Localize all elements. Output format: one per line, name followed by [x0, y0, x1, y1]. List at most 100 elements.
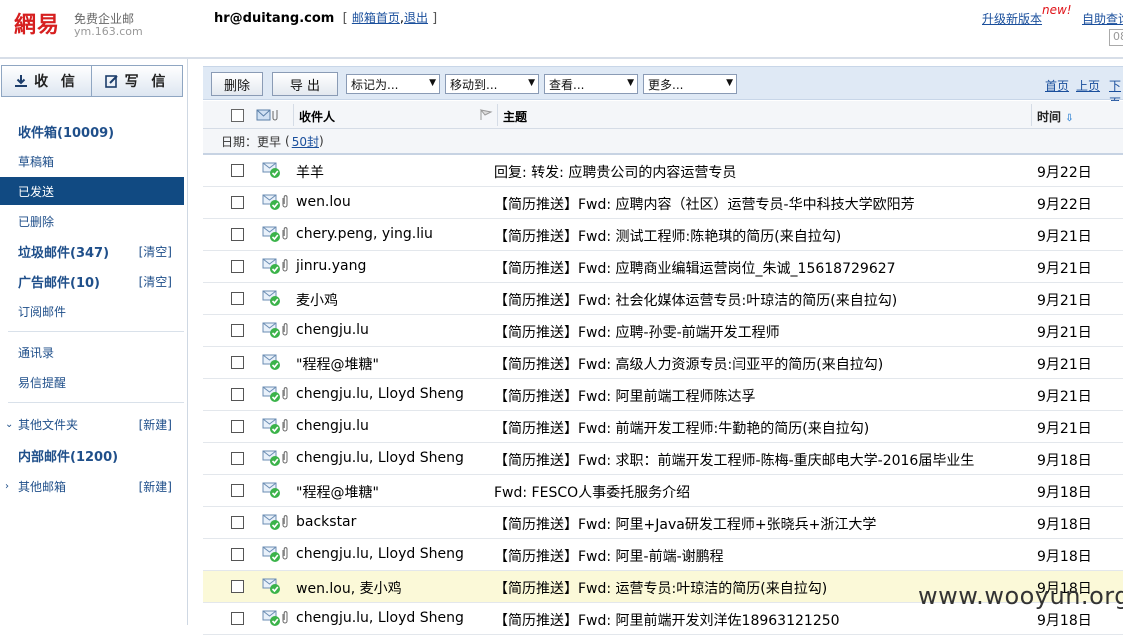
folder-drafts[interactable]: 草稿箱 [0, 147, 184, 175]
row-checkbox[interactable] [231, 612, 244, 625]
clear-ads-link[interactable]: [清空] [139, 273, 172, 290]
row-checkbox[interactable] [231, 260, 244, 273]
folder-spam[interactable]: 垃圾邮件(347) [清空] [0, 237, 184, 265]
receive-button[interactable]: 收 信 [1, 65, 92, 97]
row-subject[interactable]: 【简历推送】Fwd: 阿里前端开发刘洋佐18963121250 [494, 610, 1014, 630]
row-recipient[interactable]: "程程@堆糖" [296, 482, 379, 502]
prev-page-link[interactable]: 上页 [1076, 77, 1100, 94]
row-checkbox[interactable] [231, 292, 244, 305]
row-checkbox[interactable] [231, 228, 244, 241]
table-row[interactable]: chengju.lu 【简历推送】Fwd: 应聘-孙雯-前端开发工程师 9月21日 [203, 315, 1123, 347]
upgrade-link[interactable]: 升级新版本 [982, 10, 1042, 27]
row-checkbox[interactable] [231, 420, 244, 433]
row-checkbox[interactable] [231, 452, 244, 465]
table-row[interactable]: chengju.lu, Lloyd Sheng 【简历推送】Fwd: 阿里-前端-… [203, 539, 1123, 571]
more-select[interactable]: 更多... ▼ [643, 74, 737, 94]
table-row[interactable]: chengju.lu 【简历推送】Fwd: 前端开发工程师:牛勤艳的简历(来自拉勾… [203, 411, 1123, 443]
chevron-down-icon[interactable]: ⌄ [5, 419, 13, 430]
row-checkbox[interactable] [231, 356, 244, 369]
row-subject[interactable]: 【简历推送】Fwd: 高级人力资源专员:闫亚平的简历(来自拉勾) [494, 354, 1014, 374]
mark-as-select[interactable]: 标记为... ▼ [346, 74, 440, 94]
folder-inbox[interactable]: 收件箱(10009) [0, 117, 184, 145]
sent-mail-icon [262, 225, 282, 247]
recipient-column-header[interactable]: 收件人 [299, 108, 335, 125]
folder-other-mailboxes[interactable]: › 其他邮箱 [新建] [0, 472, 184, 500]
row-subject[interactable]: 【简历推送】Fwd: 前端开发工程师:牛勤艳的简历(来自拉勾) [494, 418, 1014, 438]
row-subject[interactable]: Fwd: FESCO人事委托服务介绍 [494, 482, 1014, 502]
write-button[interactable]: 写 信 [91, 65, 183, 97]
flag-icon[interactable] [479, 109, 493, 124]
row-checkbox[interactable] [231, 484, 244, 497]
row-checkbox[interactable] [231, 548, 244, 561]
date-label: 日期： [221, 134, 258, 149]
row-subject[interactable]: 【简历推送】Fwd: 社会化媒体运营专员:叶琼洁的简历(来自拉勾) [494, 290, 1014, 310]
table-row[interactable]: chengju.lu, Lloyd Sheng 【简历推送】Fwd: 阿里前端工程… [203, 379, 1123, 411]
table-row[interactable]: 羊羊 回复: 转发: 应聘贵公司的内容运营专员 9月22日 [203, 155, 1123, 187]
row-recipient[interactable]: chengju.lu [296, 418, 369, 434]
table-row[interactable]: chery.peng, ying.liu 【简历推送】Fwd: 测试工程师:陈艳琪… [203, 219, 1123, 251]
row-recipient[interactable]: chengju.lu, Lloyd Sheng [296, 610, 464, 626]
view-select[interactable]: 查看... ▼ [544, 74, 638, 94]
row-subject[interactable]: 【简历推送】Fwd: 应聘-孙雯-前端开发工程师 [494, 322, 1014, 342]
clear-spam-link[interactable]: [清空] [139, 243, 172, 260]
row-subject[interactable]: 【简历推送】Fwd: 阿里+Java研发工程师+张晓兵+浙江大学 [494, 514, 1014, 534]
row-recipient[interactable]: chengju.lu, Lloyd Sheng [296, 386, 464, 402]
row-checkbox[interactable] [231, 164, 244, 177]
logout-link[interactable]: 退出 [404, 11, 428, 25]
table-row[interactable]: chengju.lu, Lloyd Sheng 【简历推送】Fwd: 求职：前端开… [203, 443, 1123, 475]
folder-label: 内部邮件(1200) [18, 449, 119, 465]
first-page-link[interactable]: 首页 [1045, 77, 1069, 94]
table-row[interactable]: "程程@堆糖" Fwd: FESCO人事委托服务介绍 9月18日 [203, 475, 1123, 507]
row-recipient[interactable]: "程程@堆糖" [296, 354, 379, 374]
row-recipient[interactable]: wen.lou [296, 194, 351, 210]
folder-sent[interactable]: 已发送 [0, 177, 184, 205]
row-checkbox[interactable] [231, 580, 244, 593]
table-row[interactable]: wen.lou 【简历推送】Fwd: 应聘内容（社区）运营专员-华中科技大学欧阳芳… [203, 187, 1123, 219]
table-row[interactable]: "程程@堆糖" 【简历推送】Fwd: 高级人力资源专员:闫亚平的简历(来自拉勾) 9… [203, 347, 1123, 379]
chevron-right-icon[interactable]: › [5, 481, 9, 492]
row-recipient[interactable]: chengju.lu, Lloyd Sheng [296, 546, 464, 562]
row-subject[interactable]: 【简历推送】Fwd: 应聘商业编辑运营岗位_朱诚_15618729627 [494, 258, 1014, 278]
row-checkbox[interactable] [231, 196, 244, 209]
row-recipient[interactable]: wen.lou, 麦小鸡 [296, 578, 402, 598]
contacts-link[interactable]: 通讯录 [0, 338, 184, 366]
netease-logo[interactable]: 網易 免费企业邮 ym.163.com [14, 7, 143, 39]
row-recipient[interactable]: 麦小鸡 [296, 290, 338, 310]
move-to-select[interactable]: 移动到... ▼ [445, 74, 539, 94]
row-subject[interactable]: 【简历推送】Fwd: 阿里-前端-谢鹏程 [494, 546, 1014, 566]
row-recipient[interactable]: jinru.yang [296, 258, 366, 274]
date-count-link[interactable]: 50封 [292, 133, 319, 150]
row-recipient[interactable]: chengju.lu [296, 322, 369, 338]
yixin-reminder-link[interactable]: 易信提醒 [0, 368, 184, 396]
delete-button[interactable]: 删除 [211, 72, 263, 96]
table-row[interactable]: backstar 【简历推送】Fwd: 阿里+Java研发工程师+张晓兵+浙江大学… [203, 507, 1123, 539]
table-row[interactable]: jinru.yang 【简历推送】Fwd: 应聘商业编辑运营岗位_朱诚_15618… [203, 251, 1123, 283]
date-input[interactable]: 08 [1109, 29, 1123, 46]
row-subject[interactable]: 【简历推送】Fwd: 测试工程师:陈艳琪的简历(来自拉勾) [494, 226, 1014, 246]
mailbox-home-link[interactable]: 邮箱首页 [352, 11, 400, 25]
row-recipient[interactable]: backstar [296, 514, 356, 530]
folder-subscriptions[interactable]: 订阅邮件 [0, 297, 184, 325]
row-checkbox[interactable] [231, 516, 244, 529]
row-recipient[interactable]: chengju.lu, Lloyd Sheng [296, 450, 464, 466]
time-column-header[interactable]: 时间 ⇩ [1037, 108, 1074, 125]
folder-ads[interactable]: 广告邮件(10) [清空] [0, 267, 184, 295]
select-all-checkbox[interactable] [231, 109, 244, 122]
row-checkbox[interactable] [231, 388, 244, 401]
row-recipient[interactable]: 羊羊 [296, 162, 324, 182]
row-subject[interactable]: 回复: 转发: 应聘贵公司的内容运营专员 [494, 162, 1014, 182]
export-button[interactable]: 导 出 [272, 72, 338, 96]
table-row[interactable]: 麦小鸡 【简历推送】Fwd: 社会化媒体运营专员:叶琼洁的简历(来自拉勾) 9月21… [203, 283, 1123, 315]
self-query-link[interactable]: 自助查询 [1082, 10, 1123, 27]
folder-internal[interactable]: 内部邮件(1200) [0, 441, 184, 469]
folder-deleted[interactable]: 已删除 [0, 207, 184, 235]
new-mailbox-link[interactable]: [新建] [139, 478, 172, 495]
row-checkbox[interactable] [231, 324, 244, 337]
row-recipient[interactable]: chery.peng, ying.liu [296, 226, 433, 242]
row-subject[interactable]: 【简历推送】Fwd: 求职：前端开发工程师-陈梅-重庆邮电大学-2016届毕业生 [494, 450, 1014, 470]
row-subject[interactable]: 【简历推送】Fwd: 阿里前端工程师陈达孚 [494, 386, 1014, 406]
subject-column-header[interactable]: 主题 [503, 108, 527, 125]
row-subject[interactable]: 【简历推送】Fwd: 应聘内容（社区）运营专员-华中科技大学欧阳芳 [494, 194, 1014, 214]
folder-other-folders[interactable]: ⌄ 其他文件夹 [新建] [0, 410, 184, 438]
new-folder-link[interactable]: [新建] [139, 416, 172, 433]
